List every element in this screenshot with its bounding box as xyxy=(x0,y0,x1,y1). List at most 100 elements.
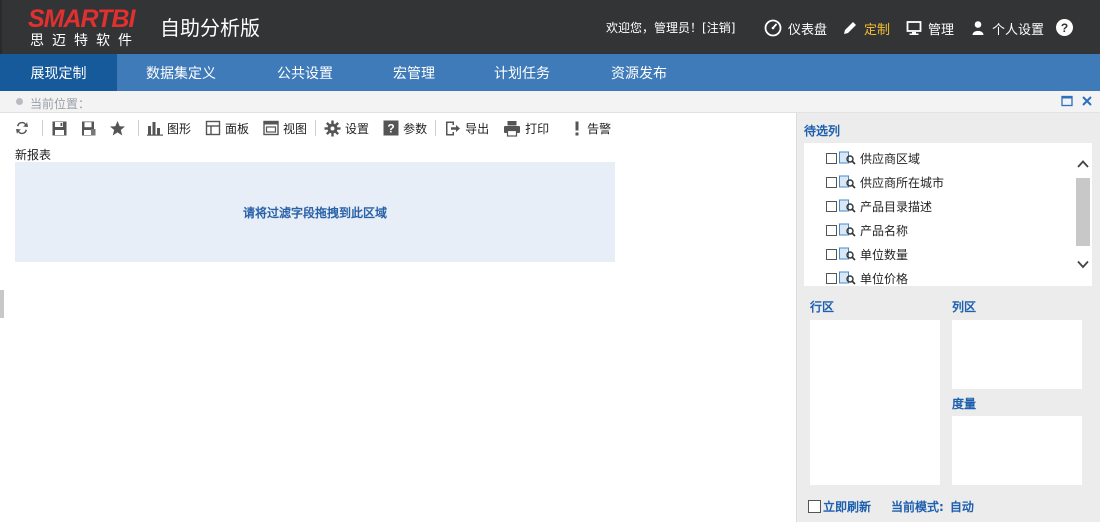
save-button[interactable] xyxy=(47,117,76,139)
settings-button[interactable]: 设置 xyxy=(320,117,373,139)
row-area-drop-zone[interactable] xyxy=(810,320,940,485)
chevron-down-icon[interactable] xyxy=(1076,257,1090,271)
header-manage-label: 管理 xyxy=(928,22,955,38)
field-checkbox[interactable] xyxy=(826,200,837,212)
column-area-drop-zone[interactable] xyxy=(952,320,1082,389)
field-label: 单位价格 xyxy=(860,271,909,286)
export-button[interactable]: 导出 xyxy=(440,117,493,139)
field-search-icon xyxy=(839,175,856,189)
scrollbar-thumb[interactable] xyxy=(1076,178,1090,246)
panel-footer: 立即刷新 当前模式: 自动 xyxy=(808,498,974,515)
refresh-button[interactable] xyxy=(10,117,38,139)
maximize-icon[interactable] xyxy=(1060,94,1074,108)
view-icon xyxy=(263,120,279,136)
save-as-button[interactable] xyxy=(76,117,105,139)
settings-label: 设置 xyxy=(345,121,370,136)
export-label: 导出 xyxy=(465,121,490,136)
list-item[interactable]: 供应商所在城市 xyxy=(826,173,944,191)
header-dashboard-button[interactable]: 仪表盘 xyxy=(764,17,827,39)
toolbar-divider xyxy=(42,120,43,136)
tab-public-settings[interactable]: 公共设置 xyxy=(245,54,365,91)
tab-scheduled-tasks[interactable]: 计划任务 xyxy=(463,54,581,91)
gear-icon xyxy=(324,120,341,136)
favorite-button[interactable] xyxy=(105,117,134,139)
field-search-icon xyxy=(839,151,856,165)
list-item[interactable]: 供应商区域 xyxy=(826,149,920,167)
tab-resource-publish[interactable]: 资源发布 xyxy=(581,54,697,91)
alert-button[interactable]: 告警 xyxy=(567,117,615,139)
field-label: 产品名称 xyxy=(860,223,909,238)
tab-macro-management[interactable]: 宏管理 xyxy=(365,54,463,91)
report-title: 新报表 xyxy=(15,148,52,162)
header-personal-settings-label: 个人设置 xyxy=(992,22,1045,38)
left-collapse-handle[interactable] xyxy=(0,290,4,318)
export-icon xyxy=(446,121,461,135)
smartbi-logo: SMARTBI 思迈特软件 xyxy=(28,6,150,50)
printer-icon xyxy=(504,120,521,137)
toolbar-divider xyxy=(315,120,317,136)
header-dashboard-label: 仪表盘 xyxy=(788,22,828,38)
measure-area-drop-zone[interactable] xyxy=(952,416,1082,485)
filter-drop-hint: 请将过滤字段拖拽到此区域 xyxy=(242,205,387,220)
header-personal-settings-button[interactable]: 个人设置 xyxy=(970,17,1044,39)
user-icon xyxy=(972,21,984,35)
field-checkbox[interactable] xyxy=(826,272,837,284)
welcome-text: 欢迎您，管理员！[注销] xyxy=(606,19,735,36)
measure-area-title: 度量 xyxy=(952,397,977,411)
chart-button[interactable]: 图形 xyxy=(143,117,195,139)
field-checkbox[interactable] xyxy=(826,224,837,236)
view-button[interactable]: 视图 xyxy=(259,117,311,139)
refresh-icon xyxy=(16,121,28,135)
help-icon[interactable]: ? xyxy=(1056,19,1073,36)
print-button[interactable]: 打印 xyxy=(499,117,553,139)
tab-display-customize[interactable]: 展现定制 xyxy=(0,54,117,91)
save-icon xyxy=(52,121,67,135)
chevron-up-icon[interactable] xyxy=(1076,157,1090,171)
field-checkbox[interactable] xyxy=(826,152,837,164)
field-panel: 待选列 供应商区域 供应商所在城市 产品目录描述 产品名称 单位数量 单位价格 … xyxy=(796,113,1100,522)
star-icon xyxy=(110,120,125,135)
params-button[interactable]: ? 参数 xyxy=(379,117,431,139)
panel-button[interactable]: 面板 xyxy=(201,117,253,139)
row-area-title: 行区 xyxy=(810,300,835,314)
panel-icon xyxy=(205,120,221,136)
welcome-suffix: ] xyxy=(730,21,736,35)
tab-dataset-definition[interactable]: 数据集定义 xyxy=(117,54,245,91)
field-checkbox[interactable] xyxy=(826,176,837,188)
pencil-icon xyxy=(844,22,856,34)
field-label: 产品目录描述 xyxy=(860,199,933,214)
exclamation-icon xyxy=(575,121,579,136)
field-search-icon xyxy=(839,271,856,285)
list-item[interactable]: 产品名称 xyxy=(826,221,908,239)
logout-link[interactable]: 注销 xyxy=(707,21,731,35)
list-item[interactable]: 单位价格 xyxy=(826,269,908,286)
filter-drop-zone[interactable]: 请将过滤字段拖拽到此区域 xyxy=(15,162,615,262)
welcome-prefix: 欢迎您，管理员！[ xyxy=(606,21,707,35)
header-customize-label: 定制 xyxy=(864,22,891,38)
instant-refresh-checkbox[interactable] xyxy=(808,500,821,513)
mode-value[interactable]: 自动 xyxy=(950,498,974,515)
list-item[interactable]: 单位数量 xyxy=(826,245,908,263)
header-customize-button[interactable]: 定制 xyxy=(842,17,890,39)
location-dot-icon xyxy=(16,98,23,105)
chart-label: 图形 xyxy=(167,121,192,136)
params-label: 参数 xyxy=(403,121,428,136)
column-area-title: 列区 xyxy=(952,300,977,314)
list-item[interactable]: 产品目录描述 xyxy=(826,197,932,215)
svg-text:?: ? xyxy=(387,122,394,136)
field-label: 单位数量 xyxy=(860,247,909,262)
logo-wordmark: SMARTBI xyxy=(28,5,135,33)
location-label: 当前位置： xyxy=(30,97,91,111)
toolbar-divider xyxy=(138,120,139,136)
mode-label: 当前模式: xyxy=(891,500,944,514)
field-search-icon xyxy=(839,223,856,237)
header-manage-button[interactable]: 管理 xyxy=(906,17,954,39)
instant-refresh-label[interactable]: 立即刷新 xyxy=(823,498,871,515)
report-toolbar: 图形 面板 视图 设置 ? 参数 导出 打印 告警 xyxy=(10,117,615,139)
bar-chart-icon xyxy=(147,122,163,136)
toolbar-divider xyxy=(435,120,437,136)
field-list-scrollbar[interactable] xyxy=(1074,143,1092,286)
logo-subtitle: 思迈特软件 xyxy=(30,33,140,49)
field-checkbox[interactable] xyxy=(826,248,837,260)
close-icon[interactable] xyxy=(1080,94,1094,108)
